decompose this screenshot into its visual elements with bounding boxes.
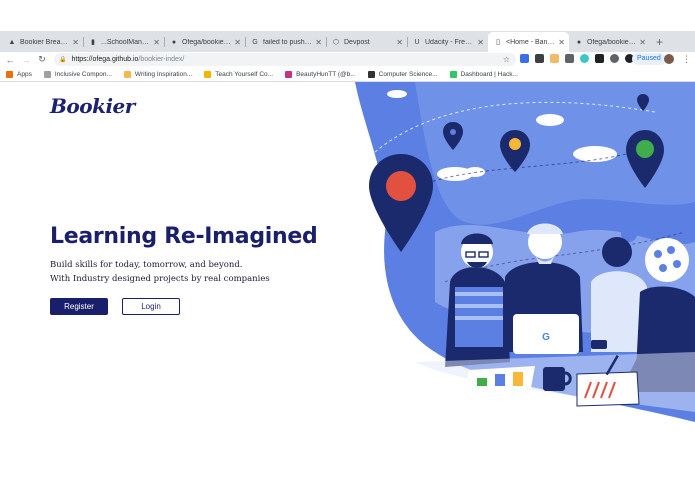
close-tab-icon[interactable]: ✕ (72, 38, 79, 47)
browser-toolbar: ← → ↻ 🔒 https://ofega.github.io/bookier-… (0, 52, 695, 67)
close-tab-icon[interactable]: ✕ (153, 38, 160, 47)
close-tab-icon[interactable]: ✕ (396, 38, 403, 47)
bookmark-item[interactable]: BeautyHunTT (@b... (285, 70, 356, 78)
phone (591, 340, 607, 349)
bookmark-icon: ▮ (91, 39, 95, 46)
tab-title: failed to push som (263, 38, 312, 46)
reload-icon[interactable]: ↻ (36, 54, 48, 65)
tab-title: Devpost (344, 38, 370, 46)
address-bar[interactable]: 🔒 https://ofega.github.io/bookier-index/… (54, 53, 516, 66)
browser-window: ▲Bookier Breakdow✕▮...SchoolManager✕●Ofe… (0, 0, 695, 494)
register-button[interactable]: Register (50, 298, 108, 315)
browser-tab[interactable]: ▮ ...SchoolManager✕ (83, 32, 164, 52)
bookmark-star-icon[interactable]: ☆ (503, 53, 510, 66)
lock-icon: 🔒 (59, 57, 67, 63)
extension-pen-icon[interactable] (520, 54, 529, 63)
browser-tab[interactable]: ● Ofega/bookier-ind✕ (164, 32, 245, 52)
github-icon: ● (171, 38, 177, 46)
browser-tab[interactable]: ▲ Bookier Breakdow✕ (2, 32, 83, 52)
hero-subtitle-line-2: With Industry designed projects by real … (50, 274, 270, 284)
address-path: /bookier-index/ (138, 56, 185, 63)
key-icon (204, 70, 212, 78)
bookmark-label: Apps (17, 70, 32, 78)
paused-sync-badge[interactable]: Paused (632, 53, 666, 65)
tab-title: <Home - Banner /> (506, 38, 556, 46)
bookmark-label: Writing Inspiration... (134, 70, 193, 78)
bookmark-item[interactable]: Inclusive Compon... (43, 70, 112, 78)
browser-tab[interactable]: Gfailed to push som✕ (245, 32, 326, 52)
tab-title: Udacity - Free On (425, 38, 474, 46)
tab-title: Ofega/bookier-ind (182, 38, 231, 46)
extension-eye-icon[interactable] (610, 54, 619, 63)
devpost-icon: ⬡ (332, 39, 340, 46)
chart-paper (465, 366, 535, 392)
book-icon (367, 70, 375, 78)
hero-illustration: G (355, 82, 695, 422)
browser-tab[interactable]: ⬡ Devpost ✕ (326, 32, 407, 52)
browser-tab[interactable]: ▯ <Home - Banner />✕ (488, 32, 569, 52)
close-tab-icon[interactable]: ✕ (477, 38, 484, 47)
bookmark-label: Teach Yourself Co... (215, 70, 274, 78)
extension-circle-icon[interactable] (580, 54, 589, 63)
hero-title: Learning Re-Imagined (50, 224, 318, 249)
window-top-strip (0, 0, 695, 31)
cloud (536, 114, 564, 126)
github-icon: ● (576, 38, 582, 46)
tab-title: Bookier Breakdow (20, 38, 69, 46)
new-tab-icon[interactable]: + (656, 32, 663, 52)
extension-square-icon[interactable] (595, 54, 604, 63)
instagram-icon (285, 70, 293, 78)
tab-title: Ofega/bookier-ind (587, 38, 636, 46)
bookmark-item[interactable]: Writing Inspiration... (123, 70, 193, 78)
cloud (387, 90, 407, 98)
close-tab-icon[interactable]: ✕ (558, 38, 565, 47)
bookmark-icon (43, 70, 51, 78)
login-button[interactable]: Login (122, 298, 180, 315)
tab-title: ...SchoolManager (101, 38, 150, 46)
bookmark-label: Dashboard | Hack... (460, 70, 518, 78)
laptop-logo: G (542, 332, 550, 343)
page-icon: ▯ (496, 39, 500, 46)
browser-tab[interactable]: U Udacity - Free On✕ (407, 32, 488, 52)
bookmark-label: BeautyHunTT (@b... (296, 70, 356, 78)
bookmark-item[interactable]: Teach Yourself Co... (204, 70, 274, 78)
close-tab-icon[interactable]: ✕ (234, 38, 241, 47)
browser-tab[interactable]: ● Ofega/bookier-ind✕ (569, 32, 650, 52)
extension-pocket-icon[interactable] (535, 54, 544, 63)
bookmark-label: Computer Science... (378, 70, 438, 78)
bookmark-label: Inclusive Compon... (54, 70, 112, 78)
layers-icon: ▲ (8, 38, 16, 46)
forward-arrow-icon[interactable]: → (20, 55, 32, 65)
web-page: Bookier Learning Re-Imagined Build skill… (0, 82, 695, 494)
bookier-logo[interactable]: Bookier (50, 94, 135, 118)
apps-grid-icon (6, 70, 13, 78)
bookmark-item[interactable]: Computer Science... (367, 70, 438, 78)
hackerrank-icon (449, 70, 457, 78)
close-tab-icon[interactable]: ✕ (639, 38, 646, 47)
extension-calendar-icon[interactable] (550, 54, 559, 63)
close-tab-icon[interactable]: ✕ (315, 38, 322, 47)
bookmark-item[interactable]: Dashboard | Hack... (449, 70, 518, 78)
more-menu-icon[interactable]: ⋮ (682, 52, 691, 66)
bookmark-item[interactable]: Apps (6, 70, 32, 78)
extension-grid-icon[interactable] (565, 54, 574, 63)
back-arrow-icon[interactable]: ← (4, 55, 16, 65)
tab-strip: ▲Bookier Breakdow✕▮...SchoolManager✕●Ofe… (0, 31, 695, 52)
laptop: G (513, 314, 579, 354)
hero-subtitle-line-1: Build skills for today, tomorrow, and be… (50, 260, 243, 270)
extensions-area (520, 54, 634, 63)
profile-avatar[interactable] (664, 54, 674, 64)
udacity-icon: U (414, 38, 420, 46)
writing-icon (123, 70, 131, 78)
bookmarks-bar: Apps Inclusive Compon... Writing Inspirati… (0, 67, 695, 82)
google-icon: G (252, 38, 258, 46)
address-host: https://ofega.github.io (71, 56, 139, 63)
